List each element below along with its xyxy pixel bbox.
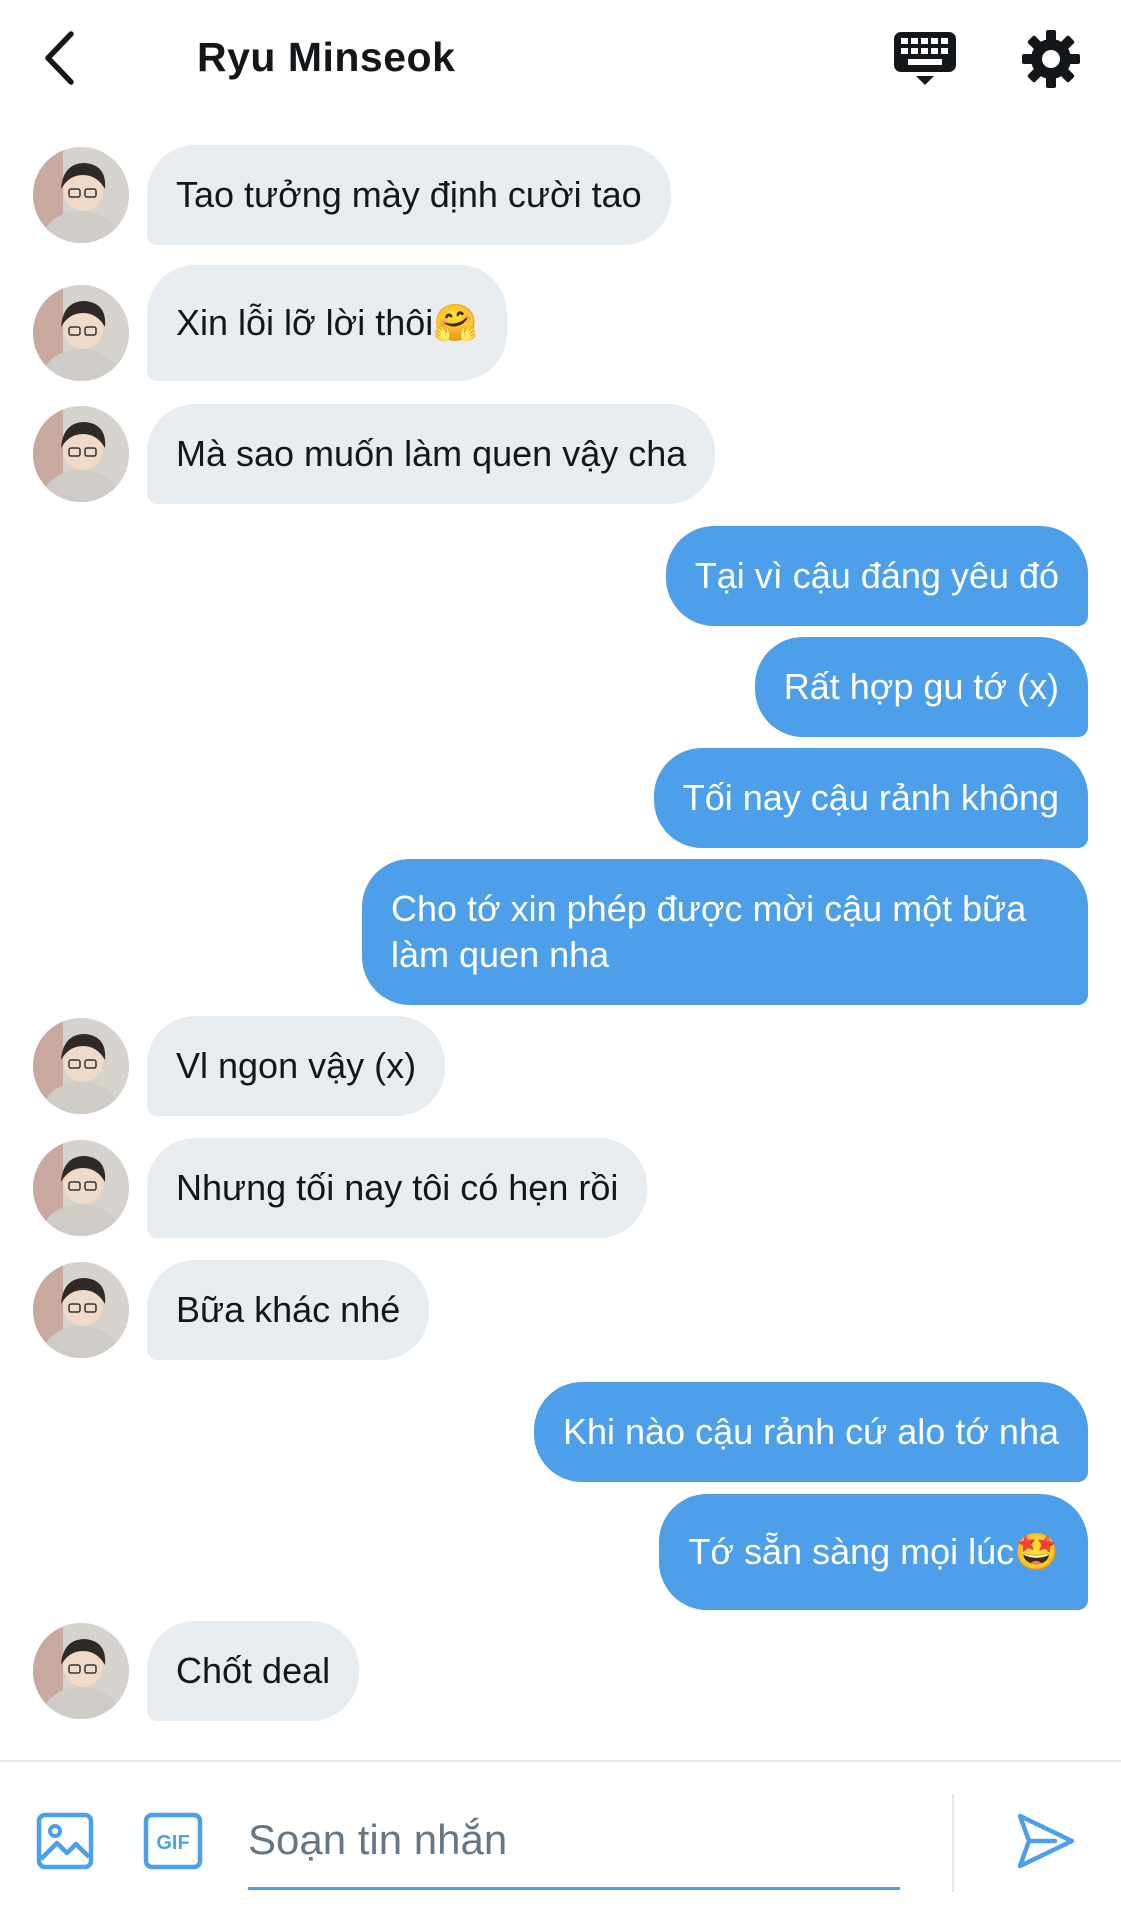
message-bubble-incoming[interactable]: Vl ngon vậy (x) <box>147 1016 446 1116</box>
message-text: Tao tưởng mày định cười tao <box>176 174 642 215</box>
avatar[interactable] <box>33 1262 129 1358</box>
avatar[interactable] <box>33 1018 129 1114</box>
avatar[interactable] <box>33 406 129 502</box>
message-text: Khi nào cậu rảnh cứ alo tớ nha <box>562 1411 1059 1452</box>
gif-icon: GIF <box>143 1812 203 1870</box>
message-bubble-incoming[interactable]: Tao tưởng mày định cười tao <box>147 145 671 245</box>
avatar-photo <box>33 1262 129 1358</box>
image-icon <box>36 1812 94 1870</box>
avatar-photo <box>33 285 129 381</box>
avatar-photo <box>33 1623 129 1719</box>
composer-divider <box>952 1794 954 1892</box>
message-text: Nhưng tối nay tôi có hẹn rồi <box>176 1167 619 1208</box>
avatar-photo <box>33 1140 129 1236</box>
avatar-photo <box>33 406 129 502</box>
send-button[interactable] <box>1015 1810 1077 1872</box>
add-gif-button[interactable]: GIF <box>143 1812 203 1870</box>
message-text: Cho tớ xin phép được mời cậu một bữa làm… <box>391 888 1027 975</box>
message-bubble-incoming[interactable]: Xin lỗi lỡ lời thôi🤗 <box>147 265 508 381</box>
send-icon <box>1017 1813 1075 1869</box>
avatar[interactable] <box>33 285 129 381</box>
message-bubble-outgoing[interactable]: Tại vì cậu đáng yêu đó <box>665 526 1088 626</box>
avatar[interactable] <box>33 147 129 243</box>
avatar[interactable] <box>33 1623 129 1719</box>
message-text: Tối nay cậu rảnh không <box>682 777 1059 818</box>
message-bubble-incoming[interactable]: Mà sao muốn làm quen vậy cha <box>147 404 716 504</box>
message-text: Xin lỗi lỡ lời thôi🤗 <box>176 302 479 343</box>
message-text: Rất hợp gu tớ (x) <box>783 666 1059 707</box>
avatar[interactable] <box>33 1140 129 1236</box>
avatar-photo <box>33 147 129 243</box>
message-bubble-outgoing[interactable]: Rất hợp gu tớ (x) <box>754 637 1088 737</box>
message-text: Vl ngon vậy (x) <box>176 1045 417 1086</box>
avatar-photo <box>33 1018 129 1114</box>
message-bubble-incoming[interactable]: Nhưng tối nay tôi có hẹn rồi <box>147 1138 648 1238</box>
message-text: Chốt deal <box>176 1650 331 1691</box>
message-bubble-outgoing[interactable]: Tối nay cậu rảnh không <box>653 748 1088 848</box>
message-bubble-outgoing[interactable]: Tớ sẵn sàng mọi lúc🤩 <box>659 1494 1088 1610</box>
message-bubble-incoming[interactable]: Bữa khác nhé <box>147 1260 430 1360</box>
message-bubble-outgoing[interactable]: Cho tớ xin phép được mời cậu một bữa làm… <box>362 859 1088 1005</box>
message-bubble-incoming[interactable]: Chốt deal <box>147 1621 360 1721</box>
message-input[interactable] <box>248 1792 900 1890</box>
add-photo-button[interactable] <box>36 1812 94 1870</box>
message-bubble-outgoing[interactable]: Khi nào cậu rảnh cứ alo tớ nha <box>533 1382 1088 1482</box>
message-text: Mà sao muốn làm quen vậy cha <box>176 433 687 474</box>
message-text: Tại vì cậu đáng yêu đó <box>694 555 1059 596</box>
message-text: Bữa khác nhé <box>176 1289 401 1330</box>
message-thread: Tao tưởng mày định cười tao Xin lỗi lỡ l… <box>0 0 1121 1760</box>
message-composer: GIF <box>0 1760 1121 1922</box>
message-text: Tớ sẵn sàng mọi lúc🤩 <box>688 1531 1059 1572</box>
gif-label: GIF <box>156 1832 189 1854</box>
